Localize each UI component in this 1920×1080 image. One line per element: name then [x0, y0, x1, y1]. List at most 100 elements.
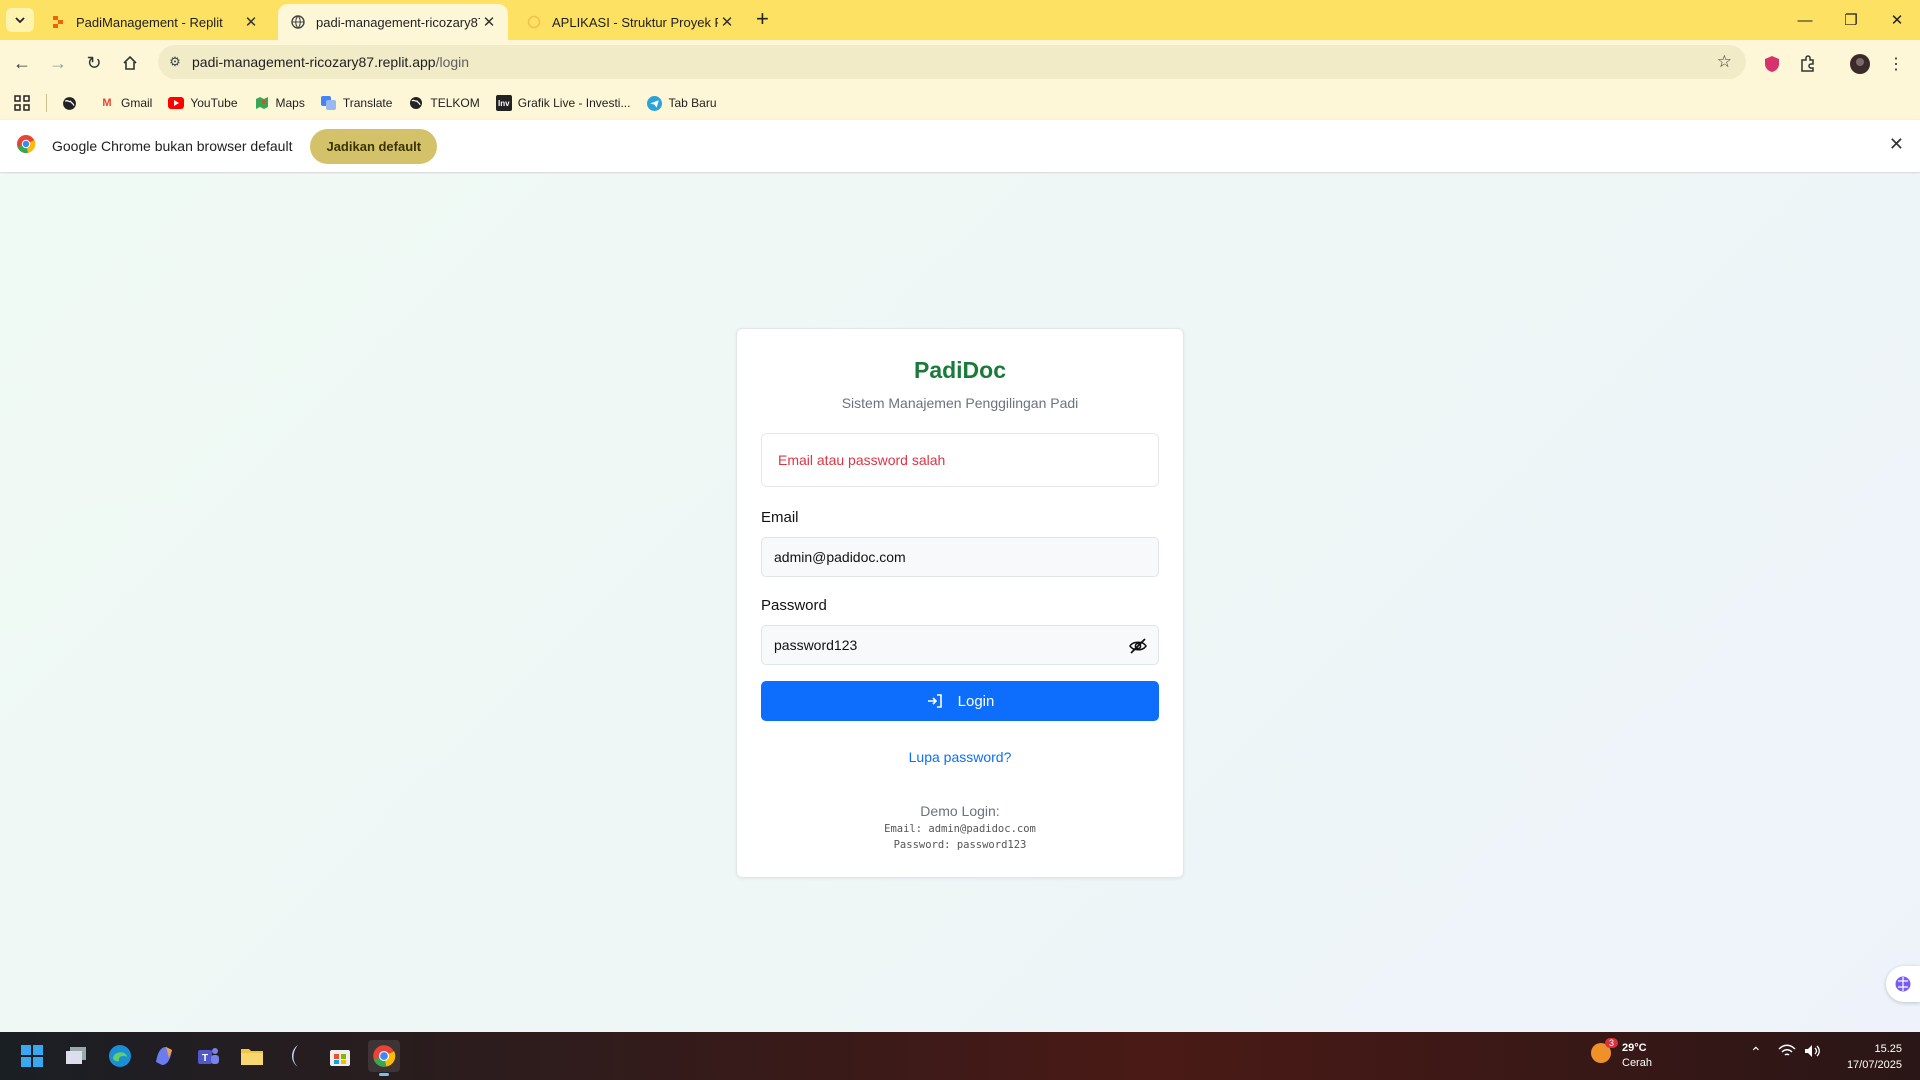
loading-icon [526, 14, 542, 30]
weather-condition: Cerah [1622, 1056, 1652, 1069]
tab-strip: PadiManagement - Replit ✕ padi-managemen… [0, 0, 1920, 40]
teams-button[interactable]: T [192, 1040, 224, 1072]
password-field[interactable]: password123 [761, 625, 1159, 665]
volume-icon[interactable] [1804, 1044, 1822, 1061]
bookmark-star-icon[interactable]: ☆ [1717, 52, 1732, 72]
divider [46, 94, 47, 112]
browser-toolbar: ← → ↻ ⚙ padi-management-ricozary87.repli… [0, 40, 1920, 86]
bookmark-youtube[interactable]: YouTube [168, 95, 238, 111]
extensions-icon[interactable] [1798, 54, 1818, 74]
set-default-button[interactable]: Jadikan default [310, 128, 438, 164]
app-button[interactable] [280, 1040, 312, 1072]
bookmark-label: Grafik Live - Investi... [517, 96, 631, 110]
bookmark-grafik-live[interactable]: Inv Grafik Live - Investi... [495, 95, 631, 111]
forgot-password-link[interactable]: Lupa password? [737, 749, 1183, 765]
bookmark-globe[interactable] [61, 95, 83, 111]
start-button[interactable] [16, 1040, 48, 1072]
avatar[interactable] [1850, 54, 1870, 74]
tab-aplikasi[interactable]: APLIKASI - Struktur Proyek Padi ✕ [514, 4, 746, 40]
home-button[interactable] [117, 50, 143, 76]
globe-icon [408, 95, 424, 111]
gmail-icon: M [102, 97, 112, 109]
copilot-button[interactable] [148, 1040, 180, 1072]
close-infobar-icon[interactable]: ✕ [1889, 134, 1904, 155]
bookmark-label: Gmail [121, 96, 153, 110]
file-explorer-button[interactable] [236, 1040, 268, 1072]
restore-button[interactable]: ❐ [1828, 0, 1874, 40]
tab-padi-login[interactable]: padi-management-ricozary87.replit.app ✕ [278, 4, 508, 40]
home-icon [123, 55, 137, 70]
forward-button[interactable]: → [45, 50, 71, 76]
new-tab-button[interactable]: + [756, 8, 769, 30]
site-info-icon[interactable]: ⚙ [158, 54, 192, 70]
address-bar[interactable]: ⚙ padi-management-ricozary87.replit.app/… [158, 45, 1746, 79]
brain-icon [1895, 976, 1911, 992]
globe-icon [61, 95, 77, 111]
bookmark-telkom[interactable]: TELKOM [408, 95, 480, 111]
minimize-button[interactable]: — [1782, 0, 1828, 40]
app-title: PadiDoc [913, 357, 1007, 383]
tab-title: padi-management-ricozary87.replit.app [316, 14, 480, 30]
login-button-label: Login [957, 692, 995, 710]
email-value: admin@padidoc.com [774, 549, 906, 565]
bookmarks-bar: M Gmail YouTube Maps Translate TELKOM In… [0, 86, 1920, 120]
tab-replit[interactable]: PadiManagement - Replit ✕ [38, 4, 270, 40]
close-tab-icon[interactable]: ✕ [480, 13, 498, 31]
app-subtitle: Sistem Manajemen Penggilingan Padi [841, 395, 1079, 411]
bookmark-maps[interactable]: Maps [254, 95, 305, 111]
clock-time: 15.25 [1874, 1043, 1902, 1055]
back-button[interactable]: ← [9, 50, 35, 76]
assistant-button[interactable] [1886, 966, 1920, 1002]
demo-password-text: Password: password123 [893, 839, 1027, 851]
menu-dots-icon[interactable]: ⋮ [1886, 54, 1906, 74]
store-icon [330, 1050, 350, 1066]
replit-icon [50, 14, 66, 30]
chrome-taskbar-button[interactable] [368, 1040, 400, 1076]
folder-icon [241, 1049, 263, 1065]
sun-cloud-icon: 3 [1588, 1038, 1618, 1071]
taskbar: T 3 29°C Cerah ⌃ 15.25 17/07/2025 [0, 1032, 1920, 1080]
chevron-down-icon [15, 17, 25, 24]
apps-grid-icon [14, 95, 30, 111]
demo-email-text: Email: admin@padidoc.com [884, 823, 1036, 835]
apps-button[interactable] [14, 95, 30, 111]
wifi-icon[interactable] [1778, 1044, 1796, 1061]
weather-badge: 3 [1604, 1038, 1618, 1048]
close-tab-icon[interactable]: ✕ [718, 13, 736, 31]
shield-extension-icon[interactable] [1762, 54, 1782, 74]
reload-button[interactable]: ↻ [81, 50, 107, 76]
tab-search-button[interactable] [6, 8, 34, 32]
edge-button[interactable] [104, 1040, 136, 1072]
bookmark-translate[interactable]: Translate [321, 95, 393, 111]
login-button[interactable]: Login [761, 681, 1159, 721]
tab-title: PadiManagement - Replit [76, 14, 223, 30]
bookmark-label: Translate [342, 96, 393, 110]
bookmark-label: Maps [275, 96, 305, 110]
translate-icon [321, 95, 337, 111]
tab-title: APLIKASI - Struktur Proyek Padi [552, 14, 718, 30]
task-view-button[interactable] [60, 1040, 92, 1072]
bookmark-gmail[interactable]: M Gmail [99, 95, 152, 111]
infobar-message: Google Chrome bukan browser default [52, 138, 293, 154]
teams-icon: T [198, 1048, 219, 1064]
email-field[interactable]: admin@padidoc.com [761, 537, 1159, 577]
task-view-icon [66, 1047, 86, 1064]
tray-overflow-icon[interactable]: ⌃ [1750, 1044, 1762, 1061]
error-alert: Email atau password salah [761, 433, 1159, 487]
login-card: PadiDoc Sistem Manajemen Penggilingan Pa… [736, 328, 1184, 878]
close-tab-icon[interactable]: ✕ [242, 13, 260, 31]
close-window-button[interactable]: ✕ [1874, 0, 1920, 40]
bookmark-tab-baru[interactable]: Tab Baru [646, 95, 717, 111]
clock[interactable]: 15.25 17/07/2025 [1847, 1041, 1902, 1073]
temperature: 29°C [1622, 1041, 1647, 1054]
clock-date: 17/07/2025 [1846, 1059, 1902, 1071]
login-page: PadiDoc Sistem Manajemen Penggilingan Pa… [0, 174, 1920, 1032]
windows-icon [21, 1045, 43, 1067]
store-button[interactable] [324, 1040, 356, 1072]
password-value: password123 [774, 637, 858, 653]
bookmark-label: Tab Baru [668, 96, 717, 110]
password-label: Password [761, 597, 827, 614]
eye-slash-icon[interactable] [1128, 636, 1148, 656]
chrome-icon [16, 134, 36, 159]
weather-widget[interactable]: 3 29°C Cerah [1588, 1038, 1652, 1071]
